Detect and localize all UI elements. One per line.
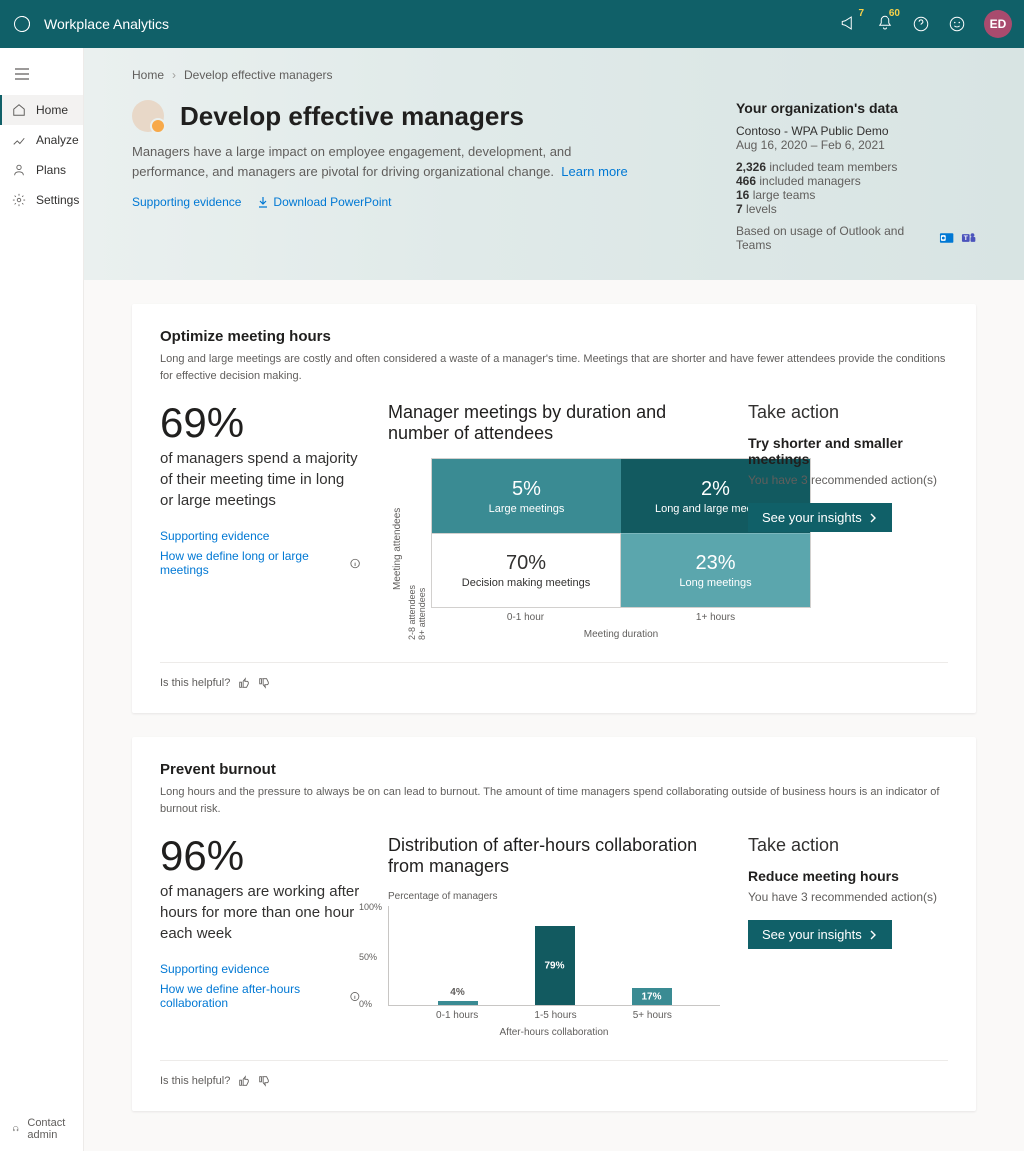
- see-insights-button[interactable]: See your insights: [748, 503, 892, 532]
- feedback-icon[interactable]: [948, 15, 966, 33]
- bar: 79%: [535, 926, 575, 1005]
- megaphone-button[interactable]: 7: [840, 14, 858, 35]
- breadcrumb-current: Develop effective managers: [184, 68, 333, 82]
- supporting-evidence-link[interactable]: Supporting evidence: [132, 195, 241, 209]
- teams-icon: T: [961, 230, 976, 246]
- sidebar-item-analyze[interactable]: Analyze: [0, 125, 83, 155]
- hero-banner: Home › Develop effective managers Develo…: [84, 48, 1024, 280]
- sidebar-item-settings[interactable]: Settings: [0, 185, 83, 215]
- chevron-right-icon: [868, 930, 878, 940]
- hamburger-button[interactable]: [0, 56, 83, 95]
- insight-text: of managers are working after hours for …: [160, 881, 360, 944]
- notifications-button[interactable]: 60: [876, 14, 894, 35]
- breadcrumb-home[interactable]: Home: [132, 68, 164, 82]
- supporting-evidence-link[interactable]: Supporting evidence: [160, 529, 360, 543]
- card-title: Prevent burnout: [160, 761, 948, 778]
- home-icon: [12, 103, 26, 117]
- main-content: Home › Develop effective managers Develo…: [84, 48, 1024, 1151]
- definition-link[interactable]: How we define after-hours collaboration: [160, 982, 360, 1010]
- insight-percentage: 69%: [160, 402, 360, 444]
- thumbs-up-icon[interactable]: [238, 677, 250, 689]
- definition-link[interactable]: How we define long or large meetings: [160, 549, 360, 577]
- download-icon: [257, 196, 269, 208]
- bar: 4%: [438, 1001, 478, 1005]
- chart-title: Distribution of after-hours collaboratio…: [388, 835, 720, 877]
- matrix-cell: 23% Long meetings: [621, 533, 810, 607]
- sidebar-item-label: Plans: [36, 163, 66, 177]
- bar: 17%: [632, 988, 672, 1005]
- insight-percentage: 96%: [160, 835, 360, 877]
- matrix-chart: Meeting attendees 2-8 attendees 8+ atten…: [388, 458, 720, 640]
- outlook-icon: [939, 230, 954, 246]
- action-subtitle: Reduce meeting hours: [748, 868, 948, 884]
- sidebar-item-plans[interactable]: Plans: [0, 155, 83, 185]
- analyze-icon: [12, 133, 26, 147]
- thumbs-down-icon[interactable]: [258, 677, 270, 689]
- card-optimize-meetings: Optimize meeting hours Long and large me…: [132, 304, 976, 713]
- sidebar-item-label: Analyze: [36, 133, 79, 147]
- feedback-row: Is this helpful?: [160, 1060, 948, 1087]
- card-title: Optimize meeting hours: [160, 328, 948, 345]
- feedback-row: Is this helpful?: [160, 662, 948, 689]
- supporting-evidence-link[interactable]: Supporting evidence: [160, 962, 360, 976]
- thumbs-up-icon[interactable]: [238, 1075, 250, 1087]
- megaphone-icon: [840, 14, 858, 32]
- waffle-icon[interactable]: [12, 14, 32, 34]
- headset-icon: [12, 1123, 19, 1135]
- matrix-cell: 5% Large meetings: [432, 459, 621, 533]
- plans-icon: [12, 163, 26, 177]
- matrix-cell: 70% Decision making meetings: [432, 533, 621, 607]
- user-avatar[interactable]: ED: [984, 10, 1012, 38]
- thumbs-down-icon[interactable]: [258, 1075, 270, 1087]
- org-heading: Your organization's data: [736, 100, 976, 116]
- org-data-panel: Your organization's data Contoso - WPA P…: [736, 100, 976, 252]
- action-subtitle: Try shorter and smaller meetings: [748, 435, 948, 467]
- megaphone-badge: 7: [856, 8, 866, 19]
- chevron-right-icon: [868, 513, 878, 523]
- info-icon: [350, 558, 360, 569]
- card-prevent-burnout: Prevent burnout Long hours and the press…: [132, 737, 976, 1111]
- breadcrumb-separator: ›: [172, 68, 176, 82]
- download-powerpoint-link[interactable]: Download PowerPoint: [257, 195, 391, 209]
- help-icon[interactable]: [912, 15, 930, 33]
- hamburger-icon: [14, 66, 30, 82]
- sidebar-item-label: Settings: [36, 193, 79, 207]
- gear-icon: [12, 193, 26, 207]
- sidebar: Home Analyze Plans Settings Contact admi…: [0, 48, 84, 1151]
- page-description: Managers have a large impact on employee…: [132, 142, 632, 181]
- see-insights-button[interactable]: See your insights: [748, 920, 892, 949]
- sidebar-item-home[interactable]: Home: [0, 95, 83, 125]
- action-title: Take action: [748, 835, 948, 856]
- learn-more-link[interactable]: Learn more: [561, 164, 627, 179]
- app-title: Workplace Analytics: [44, 16, 169, 32]
- action-description: You have 3 recommended action(s): [748, 890, 948, 904]
- card-subtitle: Long and large meetings are costly and o…: [160, 351, 948, 384]
- chart-title: Manager meetings by duration and number …: [388, 402, 720, 444]
- sidebar-item-label: Home: [36, 103, 68, 117]
- action-title: Take action: [748, 402, 948, 423]
- topbar: Workplace Analytics 7 60 ED: [0, 0, 1024, 48]
- action-description: You have 3 recommended action(s): [748, 473, 948, 487]
- contact-admin-link[interactable]: Contact admin: [0, 1107, 83, 1151]
- bell-badge: 60: [887, 8, 902, 19]
- breadcrumb: Home › Develop effective managers: [132, 68, 976, 82]
- bar-chart: Percentage of managers 100% 50% 0% 4% 79…: [388, 891, 720, 1038]
- card-subtitle: Long hours and the pressure to always be…: [160, 784, 948, 817]
- page-title: Develop effective managers: [180, 101, 524, 132]
- persona-icon: [132, 100, 164, 132]
- insight-text: of managers spend a majority of their me…: [160, 448, 360, 511]
